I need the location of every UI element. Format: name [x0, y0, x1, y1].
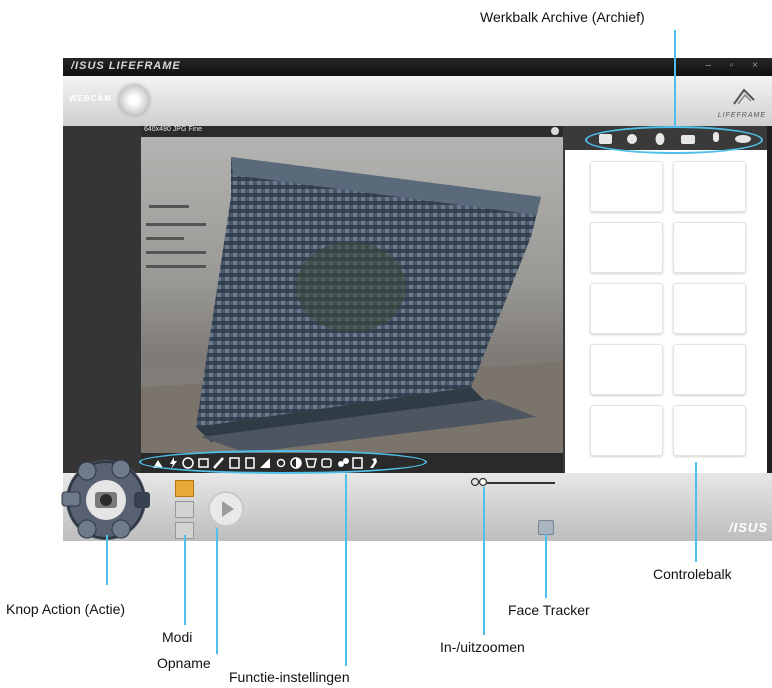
thumbnail-slot[interactable] — [590, 344, 663, 395]
webcam-mode-label: WEBCAM — [69, 94, 112, 103]
face-tracker-label: Face Tracker — [508, 602, 590, 618]
thumbnail-slot[interactable] — [673, 283, 746, 334]
preview-info-bar: 640x480 JPG Fine — [141, 126, 563, 137]
info-icon[interactable] — [551, 127, 559, 135]
camera-preview — [141, 137, 563, 453]
resolution-label: 640x480 JPG Fine — [144, 126, 202, 133]
lifeframe-logo-icon — [733, 88, 755, 105]
asus-logo: /ISUS — [729, 520, 768, 535]
header-bar: WEBCAM LIFEFRAME — [63, 76, 772, 126]
archive-toolbar-highlight — [585, 126, 763, 154]
control-bar — [63, 473, 772, 541]
thumbnail-grid — [565, 150, 767, 473]
archive-toolbar-label: Werkbalk Archive (Archief) — [480, 9, 645, 25]
record-callout-line — [216, 528, 218, 654]
record-label: Opname — [157, 655, 211, 671]
thumbnail-slot[interactable] — [590, 405, 663, 456]
thumbnail-slot[interactable] — [590, 161, 663, 212]
left-panel — [63, 126, 141, 473]
zoom-label: In-/uitzoomen — [440, 639, 525, 655]
thumbnail-scrollbar[interactable] — [767, 126, 772, 473]
action-callout-line — [106, 535, 108, 585]
lifeframe-logo-text: LIFEFRAME — [717, 112, 766, 119]
function-settings-label: Functie-instellingen — [229, 669, 350, 685]
action-button-label: Knop Action (Actie) — [6, 601, 126, 617]
zoom-slider[interactable] — [483, 482, 555, 484]
thumbnail-slot[interactable] — [673, 405, 746, 456]
action-knob[interactable] — [58, 458, 154, 544]
zoom-callout-line — [483, 487, 485, 635]
record-button[interactable] — [207, 490, 245, 528]
zoom-icon[interactable] — [470, 477, 488, 489]
thumbnail-slot[interactable] — [673, 222, 746, 273]
camera-mode-icon[interactable] — [175, 480, 194, 497]
function-callout-line — [345, 474, 347, 666]
preview-image — [141, 157, 563, 453]
control-bar-label: Controlebalk — [653, 566, 732, 582]
function-bar-highlight — [139, 450, 427, 474]
archive-callout-line — [674, 30, 676, 126]
modes-label: Modi — [162, 629, 193, 645]
title-bar: /ISUS LIFEFRAME – ▫ × — [63, 58, 772, 76]
thumbnail-slot[interactable] — [673, 161, 746, 212]
webcam-button[interactable] — [119, 85, 149, 115]
face-tracker-icon[interactable] — [538, 520, 554, 535]
thumbnail-slot[interactable] — [590, 283, 663, 334]
mode-panel — [173, 480, 194, 539]
control-bar-callout-line — [695, 462, 697, 562]
thumbnail-slot[interactable] — [673, 344, 746, 395]
thumbnail-slot[interactable] — [590, 222, 663, 273]
face-tracker-callout-line — [545, 534, 547, 598]
window-controls[interactable]: – ▫ × — [705, 60, 766, 71]
settings-mode-icon[interactable] — [175, 501, 194, 518]
modes-callout-line — [184, 535, 186, 625]
app-brand: /ISUS LIFEFRAME — [71, 60, 181, 72]
